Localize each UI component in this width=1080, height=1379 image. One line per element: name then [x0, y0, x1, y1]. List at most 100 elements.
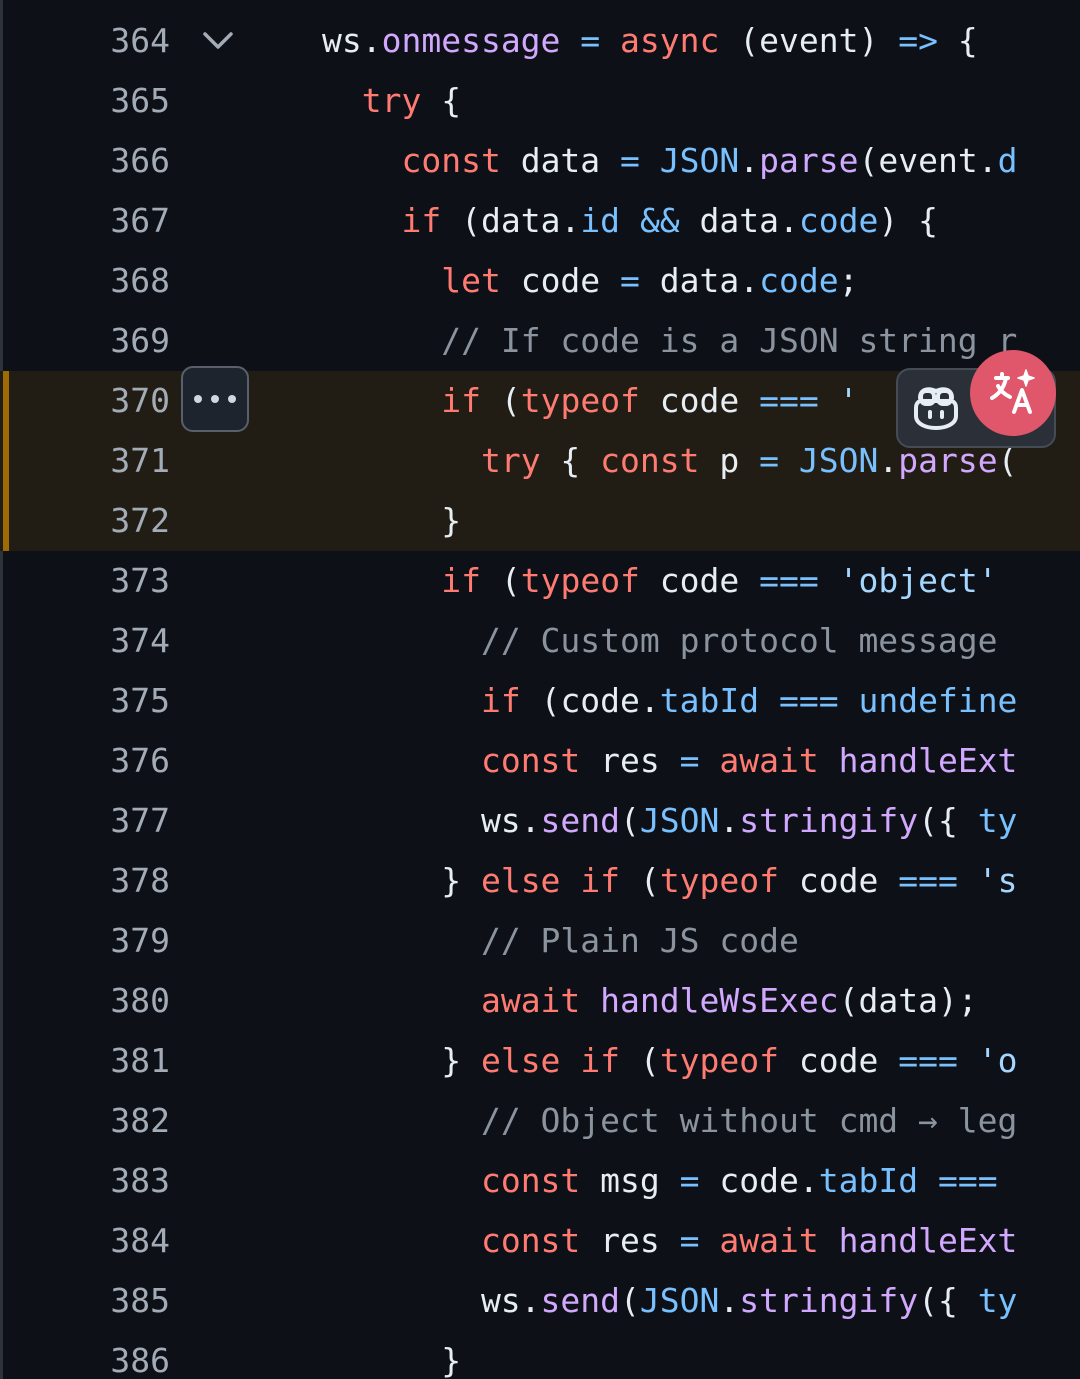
keyword-token: else: [480, 1041, 561, 1080]
copilot-button[interactable]: [900, 372, 972, 444]
line-number[interactable]: 371: [0, 431, 170, 491]
property-token: ty: [977, 1281, 1018, 1320]
property-token: undefine: [858, 681, 1018, 720]
text-token: code: [639, 381, 760, 420]
line-number[interactable]: 376: [0, 731, 170, 791]
function-token: handleExt: [838, 741, 1018, 780]
text-token: {: [540, 441, 601, 480]
chevron-down-icon[interactable]: [200, 27, 236, 55]
text-token: data.: [639, 261, 760, 300]
line-number[interactable]: 386: [0, 1331, 170, 1379]
code-line: 377 ws.send(JSON.stringify({ ty: [0, 791, 1080, 851]
code-line: 376 const res = await handleExt: [0, 731, 1080, 791]
code-line: 373 if (typeof code === 'object': [0, 551, 1080, 611]
line-number[interactable]: 383: [0, 1151, 170, 1211]
text-token: ({: [918, 1281, 978, 1320]
keyword-token: let: [441, 261, 501, 300]
code-text: }: [322, 1331, 461, 1379]
text-token: }: [322, 501, 462, 540]
code-line: 374 // Custom protocol message: [0, 611, 1080, 671]
property-token: tabId: [818, 1161, 919, 1200]
function-token: stringify: [739, 801, 919, 840]
line-number[interactable]: 375: [0, 671, 170, 731]
code-text: if (data.id && data.code) {: [322, 191, 938, 251]
line-number[interactable]: 374: [0, 611, 170, 671]
text-token: (: [620, 801, 640, 840]
translate-button[interactable]: [970, 350, 1056, 436]
keyword-token: if: [401, 201, 442, 240]
keyword-token: if: [480, 681, 521, 720]
code-text: const msg = code.tabId ===: [322, 1151, 998, 1211]
line-number[interactable]: 364: [0, 11, 170, 71]
string-token: 'o: [977, 1041, 1018, 1080]
property-token: ===: [898, 1041, 958, 1080]
kebab-dot: [211, 395, 219, 403]
code-line: 368 let code = data.code;: [0, 251, 1080, 311]
text-token: .: [878, 441, 899, 480]
line-actions-button[interactable]: [181, 366, 249, 432]
property-token: JSON: [798, 441, 879, 480]
code-line: 381 } else if (typeof code === 'o: [0, 1031, 1080, 1091]
line-number[interactable]: 385: [0, 1271, 170, 1331]
text-token: code: [500, 261, 621, 300]
text-token: .: [719, 801, 740, 840]
line-number[interactable]: 367: [0, 191, 170, 251]
property-token: ===: [898, 861, 958, 900]
text-token: }: [322, 1341, 462, 1379]
line-number[interactable]: 366: [0, 131, 170, 191]
text-token: ;: [838, 261, 859, 300]
keyword-token: async: [620, 21, 720, 60]
property-token: =: [679, 741, 700, 780]
property-token: ty: [977, 801, 1018, 840]
line-number[interactable]: 377: [0, 791, 170, 851]
line-number[interactable]: 370: [0, 371, 170, 431]
line-number[interactable]: 380: [0, 971, 170, 1031]
line-number[interactable]: 384: [0, 1211, 170, 1271]
text-token: }: [322, 1041, 481, 1080]
keyword-token: typeof: [659, 861, 780, 900]
text-token: {: [937, 21, 978, 60]
line-number[interactable]: 382: [0, 1091, 170, 1151]
line-number[interactable]: 365: [0, 71, 170, 131]
property-token: =: [620, 261, 640, 300]
code-line: 369 // If code is a JSON string r: [0, 311, 1080, 371]
function-token: handleWsExec: [600, 981, 839, 1020]
keyword-token: const: [401, 141, 501, 180]
text-token: (: [480, 561, 521, 600]
code-line: 386 }: [0, 1331, 1080, 1379]
property-token: JSON: [639, 801, 720, 840]
line-number[interactable]: 368: [0, 251, 170, 311]
keyword-token: typeof: [520, 561, 640, 600]
line-number[interactable]: 373: [0, 551, 170, 611]
text-token: ({: [918, 801, 978, 840]
code-text: if (typeof code === 'object': [322, 551, 997, 611]
keyword-token: const: [480, 741, 581, 780]
text-token: (data.: [441, 201, 581, 240]
line-number[interactable]: 369: [0, 311, 170, 371]
text-token: (: [620, 1281, 640, 1320]
text-token: data.: [679, 201, 799, 240]
line-number[interactable]: 381: [0, 1031, 170, 1091]
comment-token: // Custom protocol message: [480, 621, 998, 660]
line-number[interactable]: 379: [0, 911, 170, 971]
function-token: parse: [759, 141, 859, 180]
property-token: tabId: [659, 681, 760, 720]
code-text: ws.send(JSON.stringify({ ty: [322, 1271, 1018, 1331]
line-number[interactable]: 372: [0, 491, 170, 551]
code-text: const res = await handleExt: [322, 1211, 1017, 1271]
code-text: const res = await handleExt: [322, 731, 1017, 791]
line-number[interactable]: 378: [0, 851, 170, 911]
